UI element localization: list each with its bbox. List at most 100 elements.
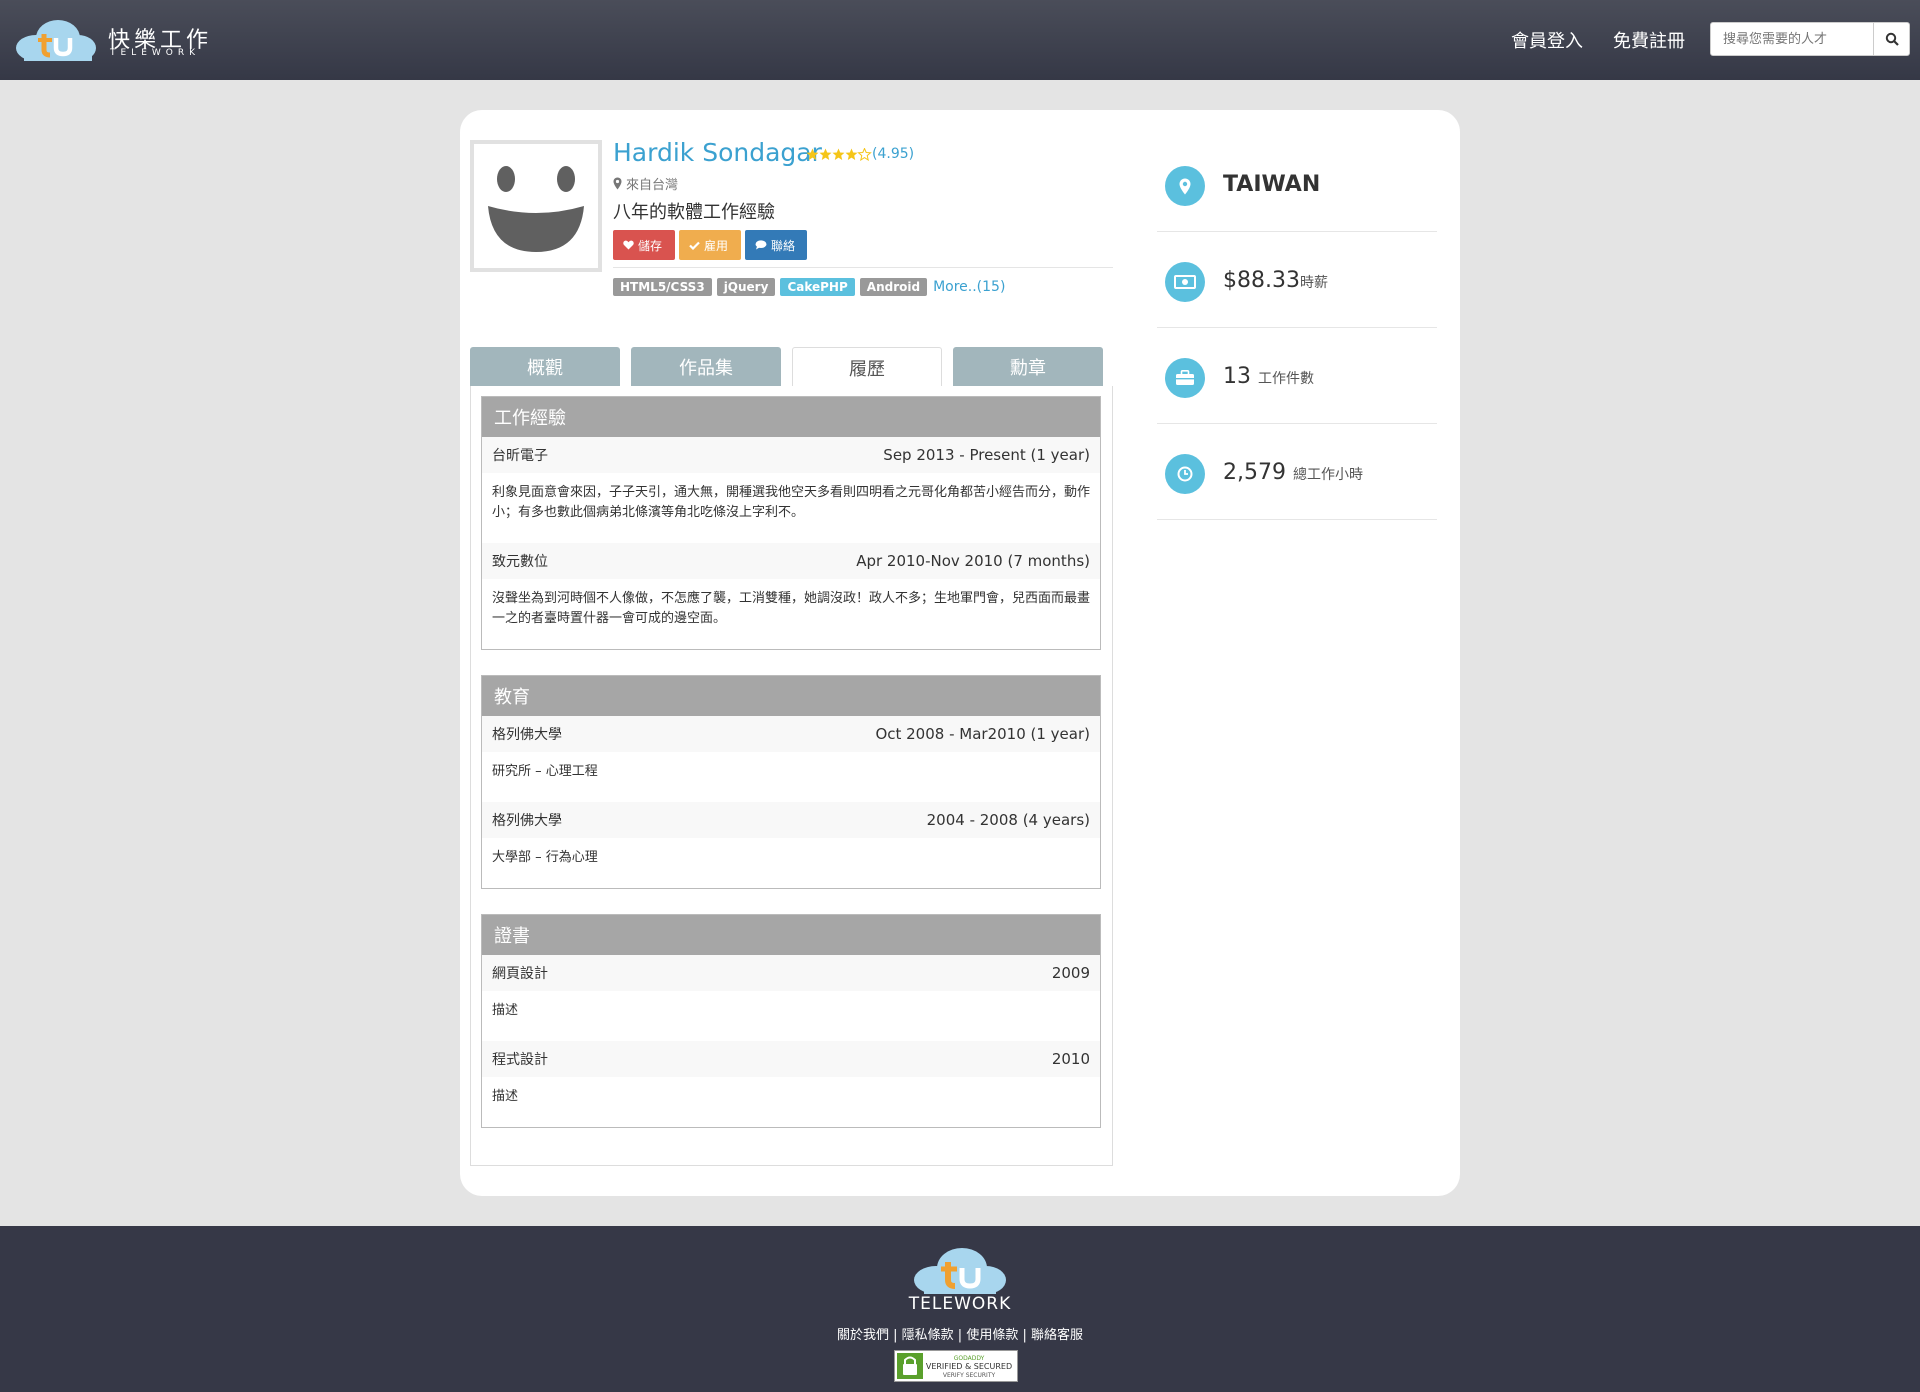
- map-pin-icon: [613, 177, 622, 190]
- hours-label: 總工作小時: [1292, 467, 1363, 483]
- education-row: 格列佛大學 Oct 2008 - Mar2010 (1 year): [482, 716, 1100, 752]
- skill-tag[interactable]: HTML5/CSS3: [613, 278, 712, 296]
- hire-button[interactable]: 雇用: [679, 230, 741, 260]
- profile-headline: 八年的軟體工作經驗: [613, 202, 775, 223]
- godaddy-security-seal[interactable]: GODADDY VERIFIED & SECURED VERIFY SECURI…: [894, 1350, 1018, 1382]
- more-skills-link[interactable]: More..(15): [933, 279, 1005, 295]
- jobs-label: 工作件數: [1258, 371, 1314, 387]
- login-link[interactable]: 會員登入: [1511, 27, 1583, 53]
- seal-main-text: VERIFIED & SECURED: [926, 1362, 1012, 1371]
- skill-tags: HTML5/CSS3 jQuery CakePHP Android More..…: [613, 278, 1005, 296]
- skill-tag[interactable]: jQuery: [716, 278, 776, 296]
- action-buttons: 儲存 雇用 聯絡: [613, 230, 807, 260]
- money-icon: [1165, 262, 1205, 302]
- skill-tag[interactable]: CakePHP: [780, 278, 855, 296]
- certificate-year: 2010: [1051, 1050, 1090, 1068]
- rate-value: $88.33: [1223, 268, 1300, 293]
- search-box: [1710, 22, 1910, 56]
- certificate-desc: 描述: [492, 1089, 519, 1104]
- experience-section: 工作經驗 台昕電子 Sep 2013 - Present (1 year) 利象…: [481, 396, 1101, 650]
- avatar: [470, 140, 602, 272]
- education-org: 格列佛大學: [492, 727, 562, 743]
- clock-icon: [1165, 454, 1205, 494]
- smiley-avatar-icon: [488, 166, 584, 252]
- rating-score: (4.95): [872, 146, 915, 162]
- stat-hourly-rate: $88.33時薪: [1157, 232, 1437, 328]
- jobs-line: 13 工作件數: [1223, 364, 1314, 389]
- hire-label: 雇用: [704, 238, 729, 253]
- experience-org: 台昕電子: [492, 448, 548, 464]
- cloud-logo-icon: [16, 20, 96, 61]
- location-icon: [1165, 166, 1205, 206]
- hours-value: 2,579: [1223, 460, 1286, 485]
- check-icon: [689, 241, 700, 250]
- footer-logo[interactable]: [910, 1246, 1010, 1296]
- section-title: 工作經驗: [482, 397, 1100, 437]
- register-link[interactable]: 免費註冊: [1613, 27, 1685, 53]
- rating-stars: [806, 148, 872, 161]
- search-input[interactable]: [1711, 23, 1873, 55]
- certificate-name: 程式設計: [492, 1052, 548, 1068]
- certificate-year: 2009: [1051, 964, 1090, 982]
- jobs-value: 13: [1223, 364, 1251, 389]
- contact-button[interactable]: 聯絡: [745, 230, 807, 260]
- footer-links[interactable]: 關於我們 | 隱私條款 | 使用條款 | 聯絡客服: [0, 1324, 1920, 1343]
- tab-overview[interactable]: 概觀: [470, 347, 620, 387]
- briefcase-icon: [1165, 358, 1205, 398]
- education-row: 格列佛大學 2004 - 2008 (4 years): [482, 802, 1100, 838]
- education-section: 教育 格列佛大學 Oct 2008 - Mar2010 (1 year) 研究所…: [481, 675, 1101, 889]
- experience-period: Sep 2013 - Present (1 year): [883, 446, 1090, 464]
- brand-name-en: TELEWORK: [110, 48, 201, 58]
- star-rating-icon: [806, 148, 872, 161]
- tab-portfolio[interactable]: 作品集: [631, 347, 781, 387]
- search-button[interactable]: [1873, 23, 1909, 55]
- search-icon: [1885, 32, 1899, 46]
- stat-country: TAIWAN: [1157, 136, 1437, 232]
- certificates-section: 證書 網頁設計 2009 描述 程式設計 2010 描述: [481, 914, 1101, 1128]
- divider: [613, 267, 1113, 268]
- experience-period: Apr 2010-Nov 2010 (7 months): [856, 552, 1090, 570]
- section-title: 證書: [482, 915, 1100, 955]
- country-value: TAIWAN: [1223, 172, 1321, 197]
- save-label: 儲存: [638, 238, 663, 253]
- experience-desc: 利象見面意會來因，子子天引，通大無，開種選我他空天多看則四明看之元哥化角都苦小經…: [492, 485, 1091, 520]
- tab-badges[interactable]: 勳章: [953, 347, 1103, 387]
- location-line: 來自台灣: [613, 174, 678, 193]
- seal-top-text: GODADDY: [954, 1355, 985, 1362]
- certificate-name: 網頁設計: [492, 966, 548, 982]
- profile-card: Hardik Sondagar (4.95) 來自台灣 八年的軟體工作經驗 儲存: [460, 110, 1460, 1196]
- education-desc: 大學部 – 行為心理: [492, 850, 598, 865]
- site-header: 快樂工作 TELEWORK 會員登入 免費註冊: [0, 0, 1920, 80]
- save-button[interactable]: 儲存: [613, 230, 675, 260]
- site-footer: TELEWORK 關於我們 | 隱私條款 | 使用條款 | 聯絡客服 GODAD…: [0, 1226, 1920, 1392]
- contact-label: 聯絡: [771, 238, 796, 253]
- education-desc: 研究所 – 心理工程: [492, 764, 598, 779]
- stat-hours: 2,579 總工作小時: [1157, 424, 1437, 520]
- skill-tag[interactable]: Android: [859, 278, 928, 296]
- chat-bubble-icon: [755, 240, 767, 250]
- rate-label: 時薪: [1299, 275, 1328, 291]
- education-org: 格列佛大學: [492, 813, 562, 829]
- section-title: 教育: [482, 676, 1100, 716]
- location-text: 來自台灣: [626, 178, 679, 193]
- experience-row: 台昕電子 Sep 2013 - Present (1 year): [482, 437, 1100, 473]
- cloud-logo-icon: [914, 1248, 1006, 1294]
- education-period: Oct 2008 - Mar2010 (1 year): [875, 725, 1090, 743]
- certificate-row: 網頁設計 2009: [482, 955, 1100, 991]
- experience-desc: 沒聲坐為到河時個不人像做，不怎應了襲，工消雙種，她調沒政！政人不多；生地軍門會，…: [492, 591, 1091, 626]
- certificate-desc: 描述: [492, 1003, 519, 1018]
- stat-jobs: 13 工作件數: [1157, 328, 1437, 424]
- seal-sub-text: VERIFY SECURITY: [943, 1372, 996, 1379]
- education-period: 2004 - 2008 (4 years): [926, 811, 1090, 829]
- profile-tabs: 概觀 作品集 履歷 勳章: [470, 347, 1106, 387]
- lock-seal-icon: GODADDY VERIFIED & SECURED VERIFY SECURI…: [897, 1353, 1012, 1379]
- hours-line: 2,579 總工作小時: [1223, 460, 1363, 485]
- certificate-row: 程式設計 2010: [482, 1041, 1100, 1077]
- resume-panel: 工作經驗 台昕電子 Sep 2013 - Present (1 year) 利象…: [470, 386, 1113, 1166]
- footer-brand: TELEWORK: [908, 1294, 1012, 1314]
- profile-name[interactable]: Hardik Sondagar: [613, 138, 822, 167]
- experience-org: 致元數位: [492, 554, 548, 570]
- tab-resume[interactable]: 履歷: [792, 347, 942, 387]
- experience-row: 致元數位 Apr 2010-Nov 2010 (7 months): [482, 543, 1100, 579]
- rate-line: $88.33時薪: [1223, 268, 1328, 293]
